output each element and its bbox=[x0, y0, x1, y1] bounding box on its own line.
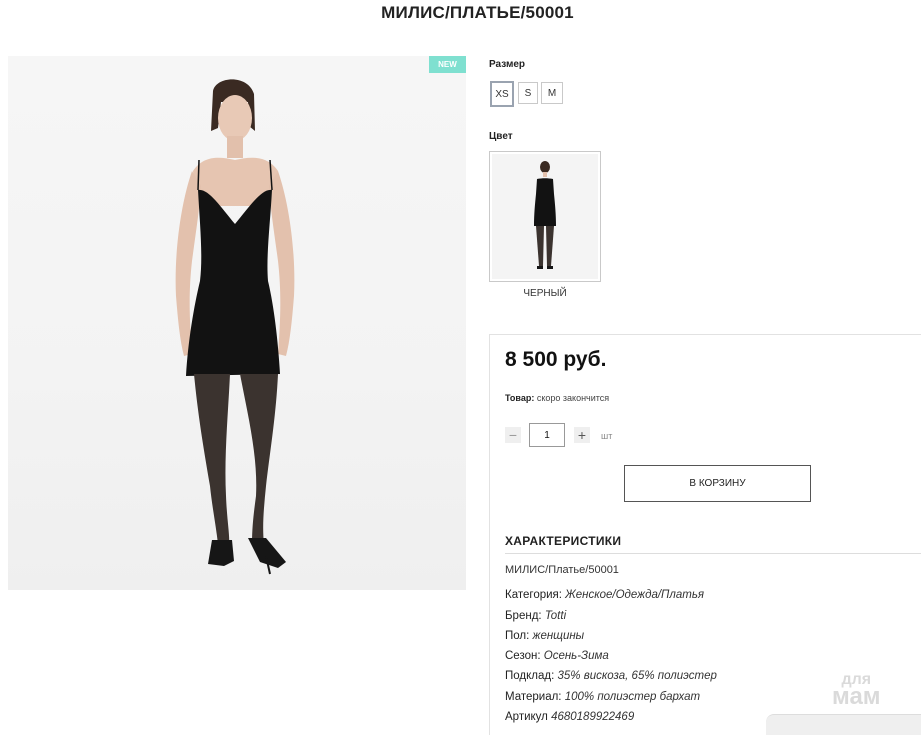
color-label: Цвет bbox=[489, 131, 513, 142]
model-illustration bbox=[175, 79, 295, 575]
spec-label: Бренд: bbox=[505, 610, 542, 622]
specs-divider bbox=[505, 553, 921, 554]
quantity-unit: шт bbox=[601, 431, 613, 441]
spec-row-brand: Бренд: Totti bbox=[505, 610, 566, 622]
stock-value: скоро закончится bbox=[536, 393, 610, 403]
price: 8 500 руб. bbox=[505, 348, 607, 371]
spec-value: женщины bbox=[532, 630, 585, 642]
spec-value: 35% вискоза, 65% полиэстер bbox=[557, 670, 717, 682]
bottom-widget[interactable] bbox=[766, 714, 921, 735]
spec-label: Сезон: bbox=[505, 650, 541, 662]
color-swatch-black[interactable] bbox=[489, 151, 601, 282]
page-title: МИЛИС/ПЛАТЬЕ/50001 bbox=[381, 3, 574, 22]
quantity-input[interactable]: 1 bbox=[529, 423, 565, 447]
stock-status: Товар: скоро закончится bbox=[505, 393, 609, 403]
spec-value: Totti bbox=[544, 610, 567, 622]
size-label: Размер bbox=[489, 59, 526, 70]
quantity-increase-button[interactable]: + bbox=[574, 427, 590, 443]
spec-row-material: Материал: 100% полиэстер бархат bbox=[505, 691, 700, 703]
spec-label: Подклад: bbox=[505, 670, 555, 682]
stock-label: Товар: bbox=[505, 393, 535, 403]
spec-value: Осень-Зима bbox=[543, 650, 609, 662]
spec-row-season: Сезон: Осень-Зима bbox=[505, 650, 609, 662]
quantity-decrease-button[interactable]: − bbox=[505, 427, 521, 443]
spec-sku-line: МИЛИС/Платье/50001 bbox=[505, 564, 619, 576]
size-option-xs[interactable]: XS bbox=[490, 81, 514, 107]
spec-value: 100% полиэстер бархат bbox=[564, 691, 701, 703]
spec-row-article: Артикул 4680189922469 bbox=[505, 711, 634, 723]
spec-label: Материал: bbox=[505, 691, 562, 703]
size-option-m[interactable]: M bbox=[541, 82, 563, 104]
swatch-thumbnail bbox=[492, 154, 598, 279]
spec-label: Категория: bbox=[505, 589, 562, 601]
product-photo[interactable] bbox=[8, 56, 466, 590]
specs-heading: ХАРАКТЕРИСТИКИ bbox=[505, 534, 622, 548]
new-badge: NEW bbox=[429, 56, 466, 73]
spec-row-category: Категория: Женское/Одежда/Платья bbox=[505, 589, 704, 601]
watermark-bottom: мам bbox=[832, 682, 881, 710]
spec-value: Женское/Одежда/Платья bbox=[565, 589, 705, 601]
color-swatch-label: ЧЕРНЫЙ bbox=[523, 288, 567, 299]
spec-label: Пол: bbox=[505, 630, 530, 642]
spec-row-lining: Подклад: 35% вискоза, 65% полиэстер bbox=[505, 670, 717, 682]
spec-value: 4680189922469 bbox=[551, 711, 635, 723]
spec-label: Артикул bbox=[505, 711, 548, 723]
add-to-cart-button[interactable]: В КОРЗИНУ bbox=[624, 465, 811, 502]
size-option-s[interactable]: S bbox=[518, 82, 538, 104]
spec-row-gender: Пол: женщины bbox=[505, 630, 584, 642]
watermark-logo: для мам bbox=[832, 672, 881, 709]
